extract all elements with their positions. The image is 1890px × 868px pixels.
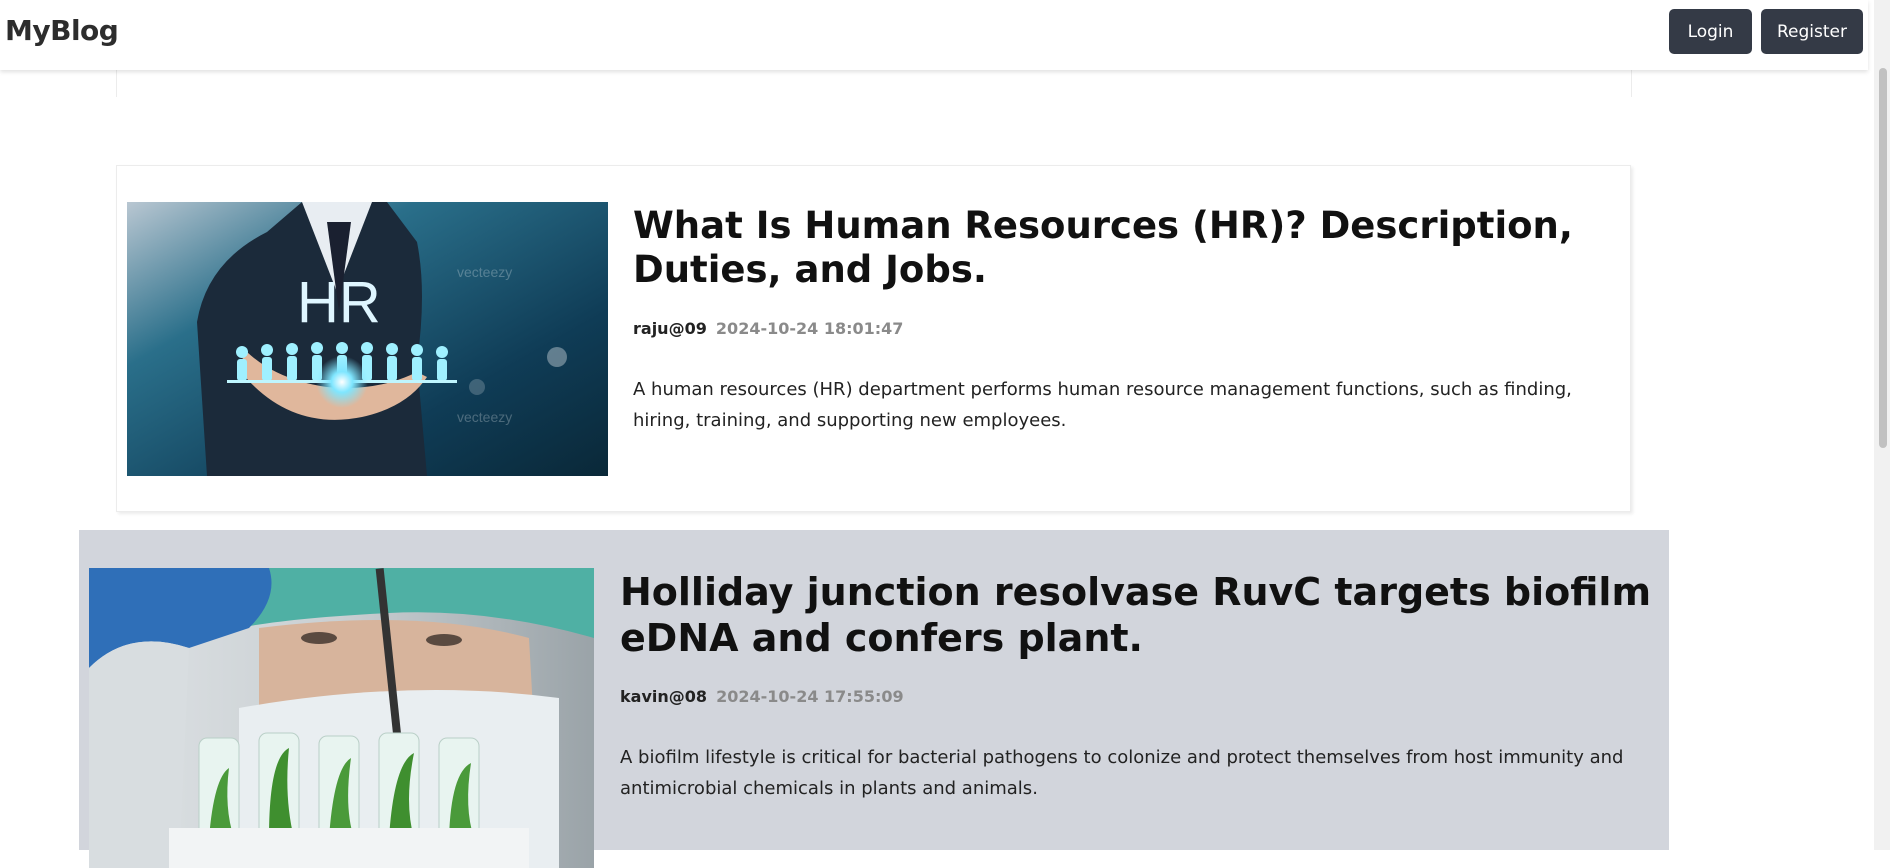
post-author: raju@09 — [633, 318, 707, 338]
post-body: What Is Human Resources (HR)? Descriptio… — [633, 204, 1623, 436]
post-meta: raju@09 2024-10-24 18:01:47 — [633, 319, 1623, 338]
container-edge — [116, 70, 1632, 97]
login-button[interactable]: Login — [1669, 9, 1752, 54]
post-thumbnail-lab[interactable] — [89, 568, 594, 868]
post-excerpt: A biofilm lifestyle is critical for bact… — [620, 747, 1624, 800]
post-author: kavin@08 — [620, 687, 708, 707]
post-body: Holliday junction resolvase RuvC targets… — [620, 570, 1660, 804]
svg-text:vecteezy: vecteezy — [457, 409, 512, 425]
post-title[interactable]: Holliday junction resolvase RuvC targets… — [620, 570, 1660, 661]
navbar: MyBlog Login Register — [0, 0, 1868, 70]
svg-text:vecteezy: vecteezy — [457, 264, 512, 280]
post-excerpt: A human resources (HR) department perfor… — [633, 378, 1572, 431]
post-thumbnail-hr[interactable]: HR vecteezy vecteezy — [127, 202, 608, 476]
post-card[interactable]: Holliday junction resolvase RuvC targets… — [79, 530, 1669, 868]
brand-logo[interactable]: MyBlog — [5, 14, 119, 47]
register-button[interactable]: Register — [1761, 9, 1863, 54]
post-date: 2024-10-24 18:01:47 — [715, 318, 904, 338]
svg-text:HR: HR — [297, 270, 381, 335]
post-card[interactable]: HR vecteezy vecteezy What Is Human Resou… — [116, 165, 1631, 512]
scrollbar-thumb[interactable] — [1879, 68, 1887, 448]
post-date: 2024-10-24 17:55:09 — [716, 687, 904, 707]
post-meta: kavin@08 2024-10-24 17:55:09 — [620, 687, 1660, 706]
post-title[interactable]: What Is Human Resources (HR)? Descriptio… — [633, 204, 1623, 293]
